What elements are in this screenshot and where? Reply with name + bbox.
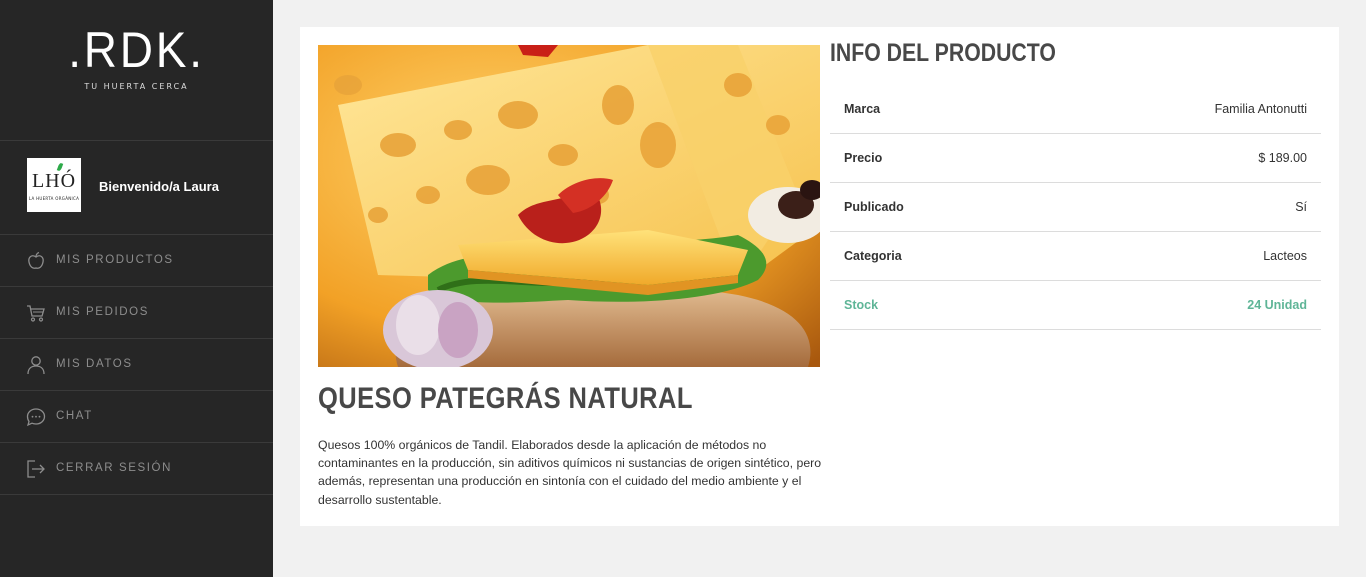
- product-card: QUESO PATEGRÁS NATURAL Quesos 100% orgán…: [300, 27, 1339, 526]
- info-title: INFO DEL PRODUCTO: [830, 39, 1056, 67]
- info-key: Precio: [844, 151, 883, 165]
- nav-item-chat[interactable]: CHAT: [0, 391, 273, 443]
- nav-label: CERRAR SESIÓN: [56, 462, 173, 474]
- avatar-logo-text: LHÓ: [31, 170, 77, 192]
- product-info-table: Marca Familia Antonutti Precio $ 189.00 …: [830, 85, 1321, 330]
- product-title: QUESO PATEGRÁS NATURAL: [318, 382, 693, 415]
- info-row-publicado: Publicado Sí: [830, 183, 1321, 232]
- info-value: Sí: [1295, 200, 1307, 214]
- sidebar-nav: MIS PRODUCTOS MIS PEDIDOS MIS DATOS CHAT…: [0, 235, 273, 495]
- nav-label: MIS DATOS: [56, 358, 133, 370]
- info-value: $ 189.00: [1258, 151, 1307, 165]
- info-key: Marca: [844, 102, 881, 116]
- nav-label: CHAT: [56, 410, 93, 422]
- nav-label: MIS PEDIDOS: [56, 306, 150, 318]
- avatar: LHÓ LA HUERTA ORGÁNICA: [27, 158, 81, 212]
- product-image: [318, 45, 820, 367]
- user-icon: [27, 356, 45, 375]
- nav-item-cerrar-sesion[interactable]: CERRAR SESIÓN: [0, 443, 273, 495]
- nav-item-mis-pedidos[interactable]: MIS PEDIDOS: [0, 287, 273, 339]
- info-value: Lacteos: [1263, 249, 1307, 263]
- chat-icon: [26, 408, 46, 427]
- product-description: Quesos 100% orgánicos de Tandil. Elabora…: [318, 438, 822, 507]
- brand: .RDK. TU HUERTA CERCA: [0, 0, 273, 141]
- info-row-precio: Precio $ 189.00: [830, 134, 1321, 183]
- logout-icon: [27, 460, 45, 478]
- info-row-categoria: Categoria Lacteos: [830, 232, 1321, 281]
- info-row-marca: Marca Familia Antonutti: [830, 85, 1321, 134]
- nav-label: MIS PRODUCTOS: [56, 254, 174, 266]
- sidebar: .RDK. TU HUERTA CERCA LHÓ LA HUERTA ORGÁ…: [0, 0, 273, 577]
- info-row-stock: Stock 24 Unidad: [830, 281, 1321, 330]
- cart-icon: [27, 305, 45, 322]
- cheese-photo: [318, 45, 820, 367]
- user-panel: LHÓ LA HUERTA ORGÁNICA Bienvenido/a Laur…: [0, 141, 273, 235]
- avatar-logo-subtext: LA HUERTA ORGÁNICA: [28, 196, 80, 201]
- info-key: Publicado: [844, 200, 904, 214]
- info-value: Familia Antonutti: [1214, 102, 1307, 116]
- nav-item-mis-datos[interactable]: MIS DATOS: [0, 339, 273, 391]
- welcome-text: Bienvenido/a Laura: [99, 179, 219, 194]
- info-key: Stock: [844, 298, 879, 312]
- info-key: Categoria: [844, 249, 902, 263]
- info-value: 24 Unidad: [1247, 298, 1307, 312]
- apple-icon: [28, 251, 44, 269]
- nav-item-mis-productos[interactable]: MIS PRODUCTOS: [0, 235, 273, 287]
- brand-tagline: TU HUERTA CERCA: [84, 82, 189, 91]
- brand-logo[interactable]: .RDK.: [11, 0, 262, 78]
